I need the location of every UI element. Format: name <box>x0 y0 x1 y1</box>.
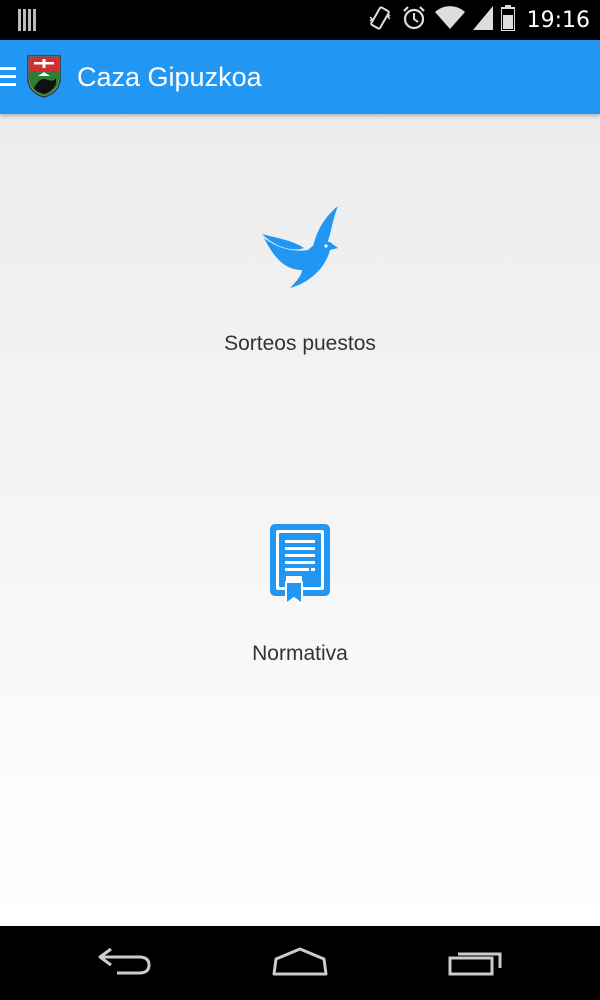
app-bar: Caza Gipuzkoa <box>0 40 600 114</box>
certificate-icon <box>150 522 450 606</box>
home-button[interactable] <box>250 940 350 986</box>
vibrate-icon <box>367 5 393 36</box>
status-time: 19:16 <box>526 7 590 33</box>
dove-icon <box>150 204 450 292</box>
menu-item-label: Sorteos puestos <box>224 332 376 355</box>
menu-item-label: Normativa <box>252 642 348 665</box>
menu-item-normativa[interactable]: Normativa <box>150 522 450 666</box>
app-title: Caza Gipuzkoa <box>77 62 262 92</box>
signal-icon <box>472 5 493 35</box>
recents-button[interactable] <box>425 940 525 986</box>
battery-icon <box>499 4 516 36</box>
menu-item-sorteos-puestos[interactable]: Sorteos puestos <box>150 204 450 356</box>
wifi-icon <box>434 5 465 35</box>
status-bar: 19:16 <box>0 0 600 40</box>
menu-icon[interactable] <box>0 65 16 89</box>
back-icon <box>97 945 153 982</box>
home-icon <box>271 945 329 982</box>
app-logo[interactable] <box>26 54 62 98</box>
alarm-icon <box>401 5 427 36</box>
recents-icon <box>447 945 503 982</box>
notification-icon <box>18 9 38 36</box>
back-button[interactable] <box>75 940 175 986</box>
main-content: Sorteos puestos Normativa <box>0 114 600 926</box>
navigation-bar <box>0 926 600 1000</box>
